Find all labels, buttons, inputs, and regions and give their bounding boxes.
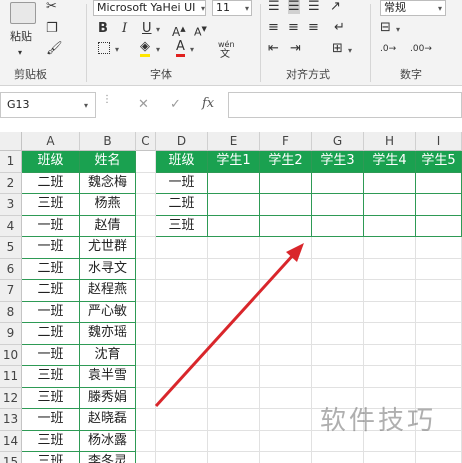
annotation-arrow (154, 243, 304, 408)
arrow-shaft (154, 252, 296, 408)
